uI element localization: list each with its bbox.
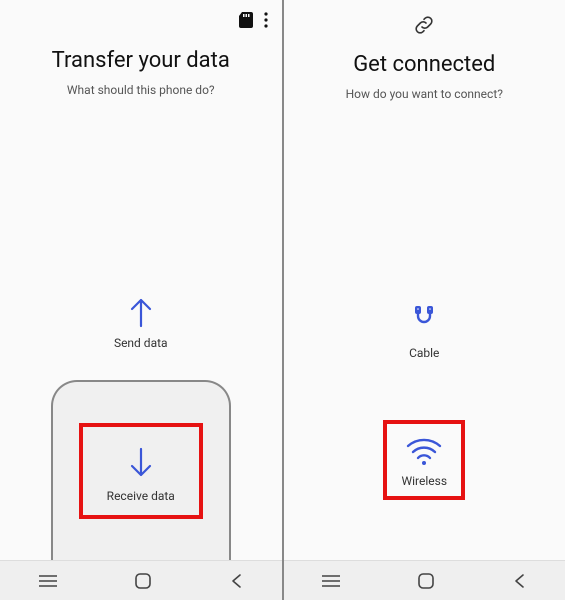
home-button[interactable]: [134, 572, 152, 590]
receive-phone-outline: Receive data: [51, 380, 231, 560]
page-subtitle: How do you want to connect?: [304, 87, 546, 101]
cable-option[interactable]: Cable: [407, 304, 441, 360]
wireless-label: Wireless: [401, 474, 447, 488]
send-data-option[interactable]: Send data: [114, 294, 168, 350]
more-icon[interactable]: [264, 12, 268, 28]
send-data-label: Send data: [114, 336, 168, 350]
arrow-up-icon: [126, 294, 156, 328]
page-subtitle: What should this phone do?: [20, 83, 262, 97]
android-nav-bar-right: [284, 560, 565, 600]
top-bar: [0, 0, 282, 40]
back-button[interactable]: [229, 573, 243, 589]
page-title: Transfer your data: [20, 48, 262, 73]
arrow-down-icon: [126, 447, 156, 481]
dual-screenshot: Transfer your data What should this phon…: [0, 0, 565, 600]
top-link-icon-wrap: [284, 0, 565, 44]
sd-card-icon[interactable]: [238, 11, 254, 29]
wifi-icon: [404, 434, 444, 466]
android-nav-bar-left: [0, 560, 282, 600]
cable-icon: [407, 304, 441, 338]
cable-label: Cable: [409, 346, 439, 360]
page-title: Get connected: [304, 52, 546, 77]
header-left: Transfer your data What should this phon…: [0, 40, 282, 107]
recent-apps-button[interactable]: [322, 574, 340, 588]
receive-data-option[interactable]: Receive data: [79, 423, 203, 519]
recent-apps-button[interactable]: [39, 574, 57, 588]
options-area-left: Send data Receive data: [0, 192, 282, 560]
screen-get-connected: Get connected How do you want to connect…: [284, 0, 565, 600]
header-right: Get connected How do you want to connect…: [284, 44, 565, 111]
receive-data-label: Receive data: [107, 489, 175, 503]
home-button[interactable]: [417, 572, 435, 590]
back-button[interactable]: [512, 573, 526, 589]
wireless-option[interactable]: Wireless: [383, 420, 465, 500]
link-icon: [413, 14, 435, 36]
options-area-right: Cable Wireless: [284, 196, 565, 560]
screen-transfer-data: Transfer your data What should this phon…: [0, 0, 282, 600]
